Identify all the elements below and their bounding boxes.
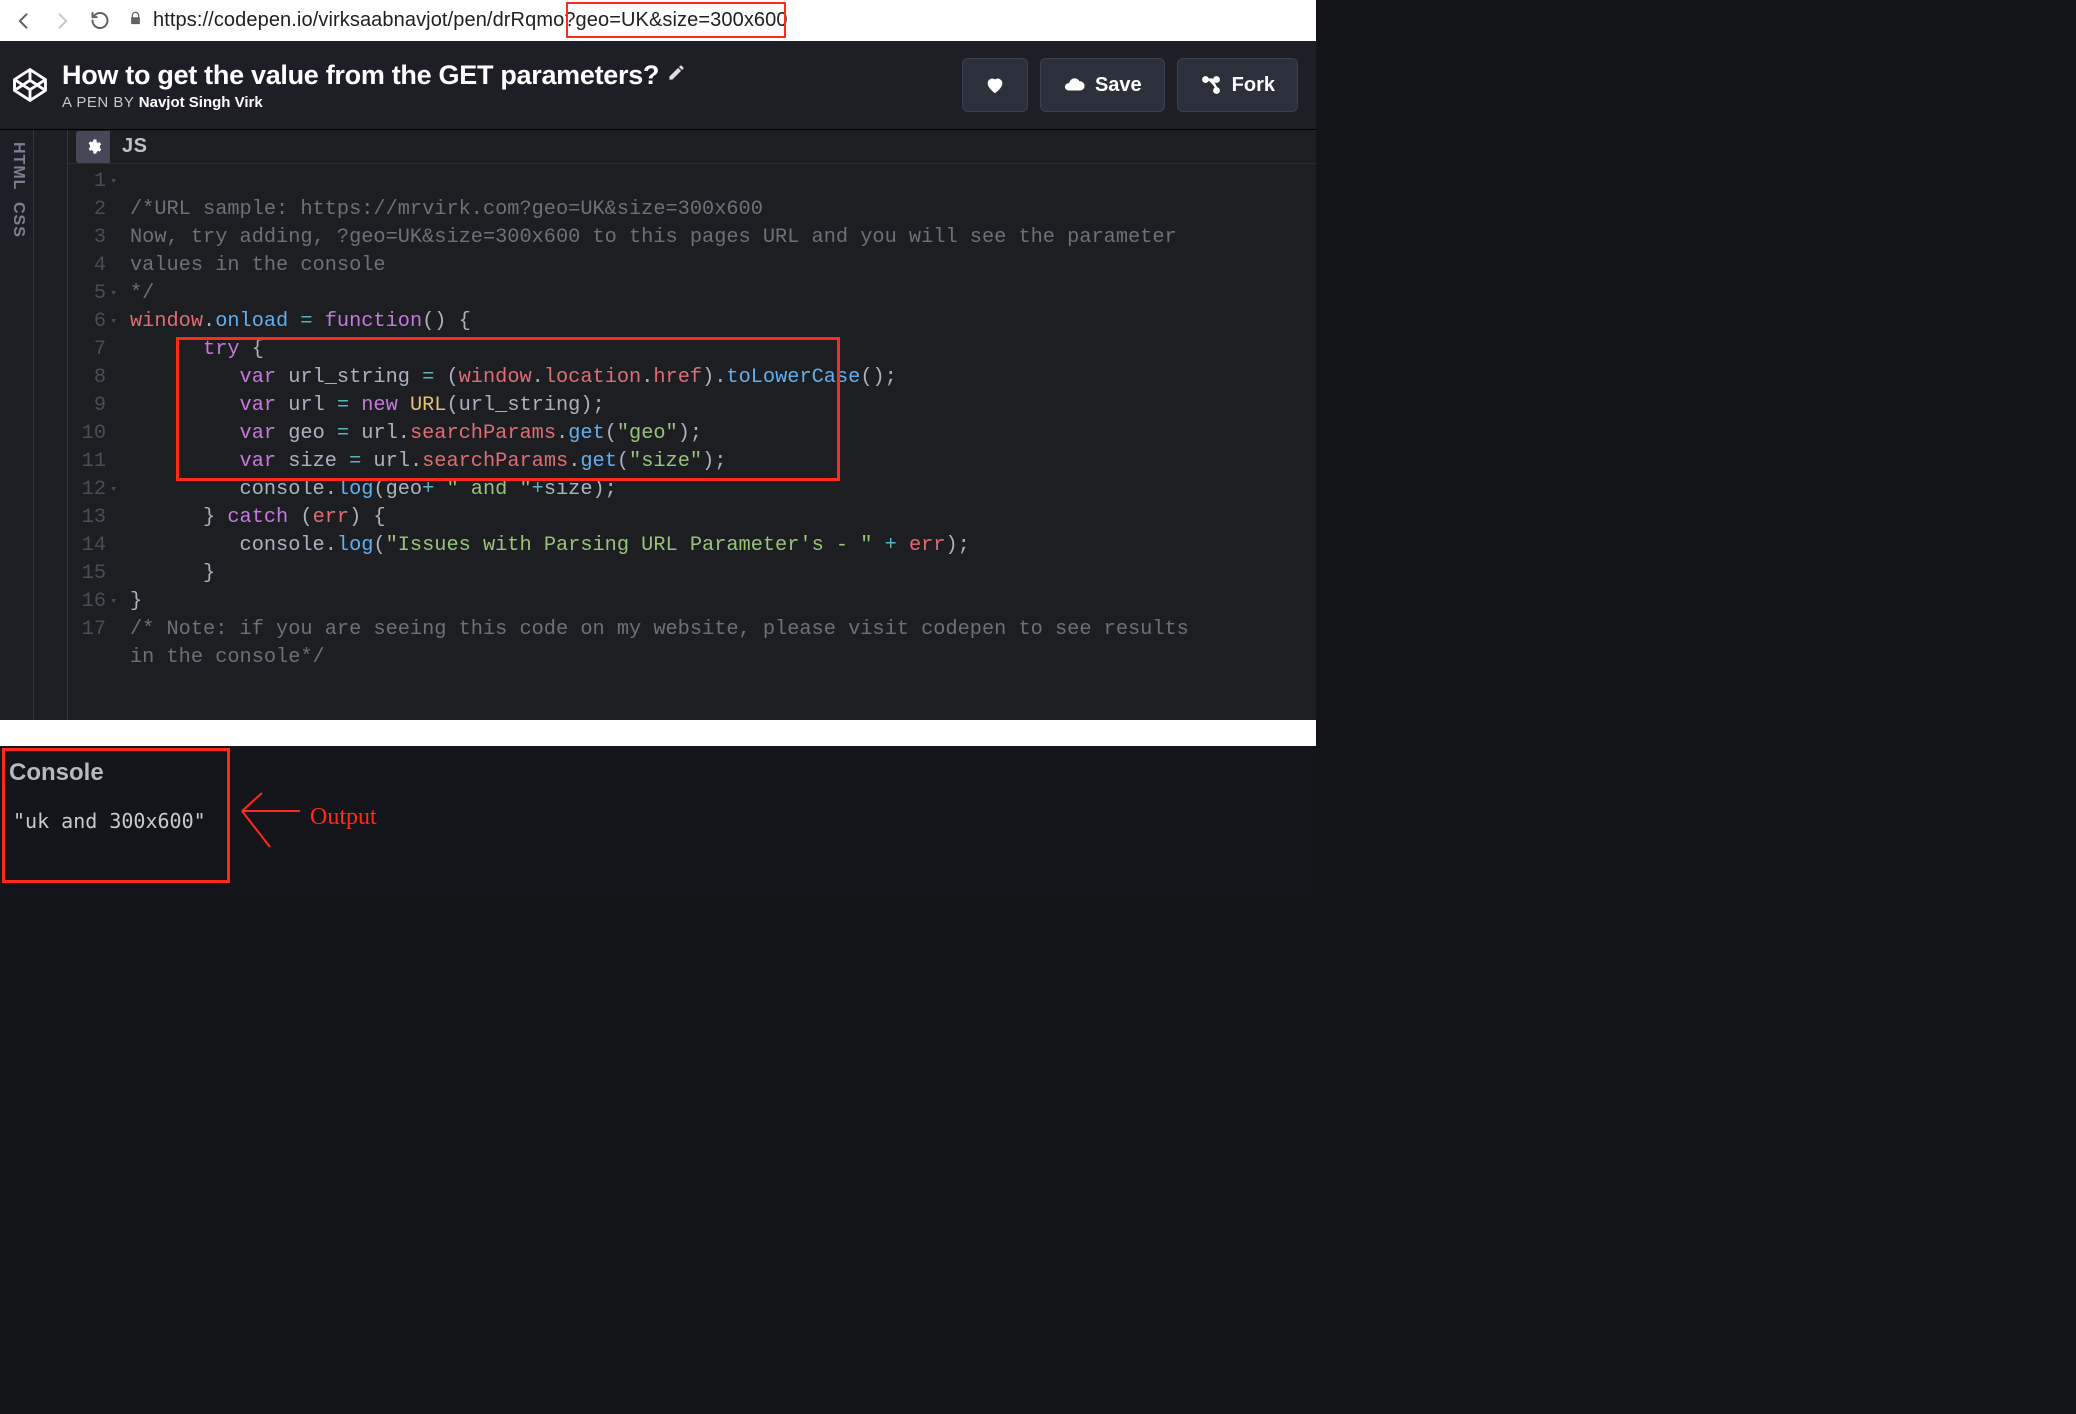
line-number: 11 (68, 448, 106, 476)
line-number: 4 (68, 252, 106, 280)
annotation-arrow-icon (230, 791, 300, 851)
gear-icon (85, 138, 102, 155)
line-number: 12 (68, 476, 106, 504)
love-button[interactable] (962, 58, 1028, 112)
rail-tab-css[interactable]: CSS (0, 196, 33, 244)
line-number: 8 (68, 364, 106, 392)
fork-button[interactable]: Fork (1177, 58, 1298, 112)
line-number: 9 (68, 392, 106, 420)
code-editor[interactable]: 1234567891011121314151617 /*URL sample: … (68, 164, 1316, 728)
line-number: 3 (68, 224, 106, 252)
line-number: 7 (68, 336, 106, 364)
reload-icon[interactable] (90, 10, 110, 31)
line-number: 16 (68, 588, 106, 616)
browser-chrome-bar: https://codepen.io/virksaabnavjot/pen/dr… (0, 0, 1316, 41)
cloud-icon (1063, 74, 1085, 96)
console-title: Console (9, 759, 223, 787)
js-editor-pane: JS 1234567891011121314151617 /*URL sampl… (68, 130, 1316, 720)
line-number: 15 (68, 560, 106, 588)
line-number: 17 (68, 616, 106, 644)
line-number: 5 (68, 280, 106, 308)
line-number: 10 (68, 420, 106, 448)
annotation-console-highlight: Console "uk and 300x600" (2, 748, 230, 883)
back-icon[interactable] (14, 10, 34, 32)
line-number: 13 (68, 504, 106, 532)
editor-rail: HTML CSS (0, 130, 34, 720)
pen-title: How to get the value from the GET parame… (62, 60, 659, 91)
console-panel: Console "uk and 300x600" Output (0, 746, 1316, 896)
pen-byline: A PEN BY Navjot Singh Virk (62, 94, 948, 111)
tab-js[interactable]: JS (110, 130, 159, 163)
rail-tab-html[interactable]: HTML (0, 136, 33, 196)
save-button[interactable]: Save (1040, 58, 1165, 112)
line-number: 1 (68, 168, 106, 196)
edit-title-icon[interactable] (667, 63, 686, 88)
codepen-header: How to get the value from the GET parame… (0, 41, 1316, 130)
editor-settings-button[interactable] (76, 131, 110, 163)
line-number: 2 (68, 196, 106, 224)
annotation-output-label: Output (310, 804, 377, 831)
console-output: "uk and 300x600" (9, 809, 223, 833)
codepen-logo-icon[interactable] (12, 67, 48, 103)
lock-icon (128, 11, 143, 30)
url-text: https://codepen.io/virksaabnavjot/pen/dr… (153, 9, 788, 32)
fork-icon (1200, 74, 1222, 96)
code-content[interactable]: /*URL sample: https://mrvirk.com?geo=UK&… (112, 168, 1316, 728)
line-number: 14 (68, 532, 106, 560)
line-number: 6 (68, 308, 106, 336)
line-gutter: 1234567891011121314151617 (68, 168, 112, 728)
heart-icon (984, 74, 1006, 96)
author-link[interactable]: Navjot Singh Virk (139, 94, 263, 111)
address-bar[interactable]: https://codepen.io/virksaabnavjot/pen/dr… (128, 9, 1302, 32)
rail-spacer (34, 130, 68, 720)
forward-icon[interactable] (52, 10, 72, 32)
